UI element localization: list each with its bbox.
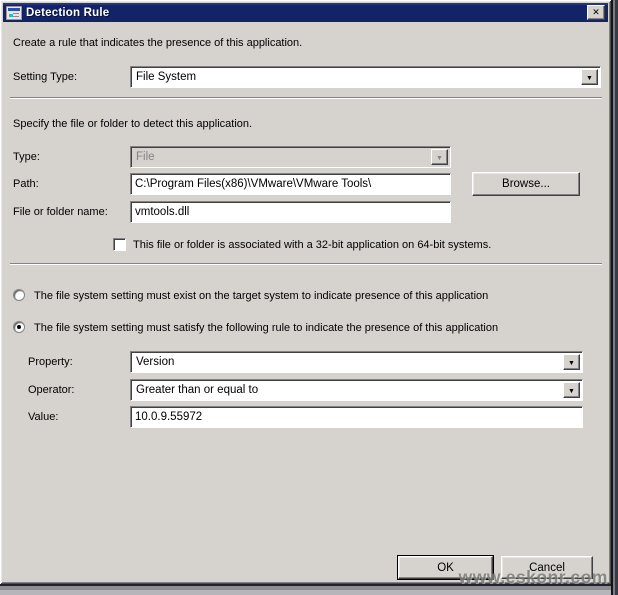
window-title: Detection Rule <box>26 6 110 19</box>
file-section-heading: Specify the file or folder to detect thi… <box>13 118 253 130</box>
browse-button[interactable]: Browse... <box>472 172 580 196</box>
value-input[interactable] <box>130 406 583 428</box>
background-edge <box>0 584 611 595</box>
value-label: Value: <box>28 411 59 423</box>
setting-type-label: Setting Type: <box>13 71 78 83</box>
property-dropdown[interactable]: Version ▼ <box>130 351 583 373</box>
operator-value: Greater than or equal to <box>136 384 259 396</box>
chevron-down-icon: ▼ <box>431 149 448 165</box>
property-value: Version <box>136 356 175 368</box>
operator-dropdown[interactable]: Greater than or equal to ▼ <box>130 379 583 401</box>
arch-32bit-checkbox-label: This file or folder is associated with a… <box>133 239 492 251</box>
chevron-down-icon[interactable]: ▼ <box>581 69 598 85</box>
file-name-input[interactable] <box>130 201 451 223</box>
type-label: Type: <box>13 151 40 163</box>
radio-satisfy-option[interactable] <box>13 321 25 333</box>
chevron-down-icon[interactable]: ▼ <box>563 354 580 370</box>
detection-rule-dialog: Detection Rule ✕ Create a rule that indi… <box>0 0 611 587</box>
intro-text: Create a rule that indicates the presenc… <box>13 37 303 49</box>
type-value: File <box>136 151 155 163</box>
radio-exist-option[interactable] <box>13 289 25 301</box>
property-label: Property: <box>28 356 73 368</box>
divider <box>10 263 602 265</box>
ok-button[interactable]: OK <box>397 555 494 580</box>
operator-label: Operator: <box>28 384 75 396</box>
chevron-down-icon[interactable]: ▼ <box>563 382 580 398</box>
file-name-label: File or folder name: <box>13 206 108 218</box>
radio-exist-label: The file system setting must exist on th… <box>34 290 489 302</box>
chevron-down-glyph: ▼ <box>568 387 575 395</box>
divider <box>10 97 602 99</box>
close-button[interactable]: ✕ <box>587 5 605 20</box>
chevron-down-glyph: ▼ <box>568 359 575 367</box>
cancel-button[interactable]: Cancel <box>501 556 593 579</box>
setting-type-dropdown[interactable]: File System ▼ <box>130 66 601 88</box>
path-label: Path: <box>13 178 39 190</box>
dialog-icon <box>6 5 22 20</box>
radio-satisfy-label: The file system setting must satisfy the… <box>34 322 499 334</box>
close-icon: ✕ <box>592 7 600 18</box>
chevron-down-glyph: ▼ <box>586 74 593 82</box>
setting-type-value: File System <box>136 71 197 83</box>
arch-32bit-checkbox[interactable] <box>113 238 126 251</box>
chevron-down-glyph: ▼ <box>436 154 443 162</box>
titlebar: Detection Rule ✕ <box>3 3 608 22</box>
background-edge <box>611 0 618 595</box>
screen: Detection Rule ✕ Create a rule that indi… <box>0 0 618 595</box>
type-dropdown: File ▼ <box>130 146 451 168</box>
path-input[interactable] <box>130 173 451 195</box>
